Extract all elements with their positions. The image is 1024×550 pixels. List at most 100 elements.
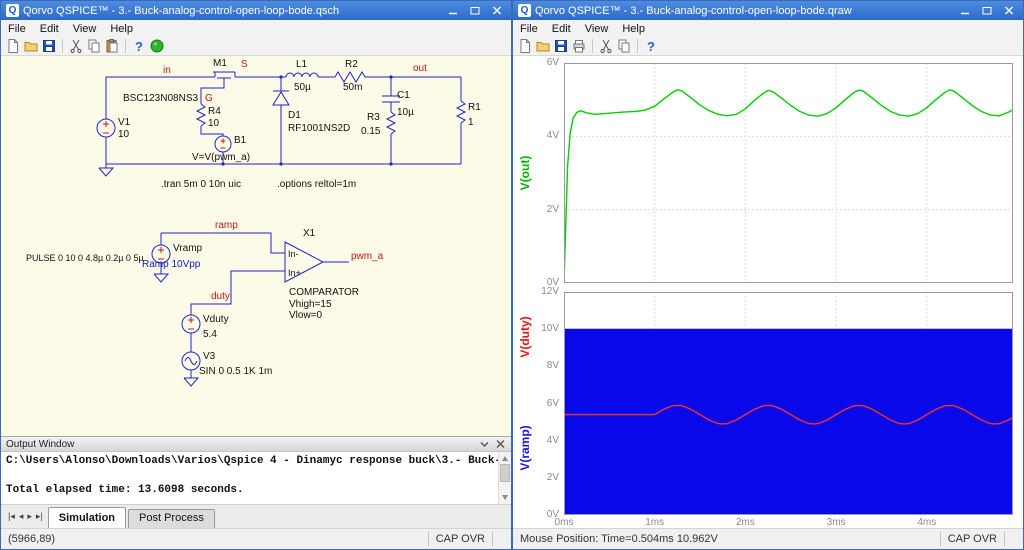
close-button[interactable]	[488, 4, 506, 18]
waveform-toolbar: ?	[513, 37, 1023, 56]
save-icon[interactable]	[41, 38, 57, 54]
source-v1[interactable]	[96, 118, 116, 138]
plot-area[interactable]: V(out) V(duty) V(ramp) 0V 2V 4V 6V 0V 2V 4V 6V 8…	[513, 56, 1023, 528]
menu-edit[interactable]: Edit	[33, 22, 66, 36]
source-b1[interactable]	[214, 135, 232, 153]
net-label-in[interactable]: in	[163, 65, 171, 76]
net-label-pwm-a[interactable]: pwm_a	[351, 251, 384, 262]
app-icon: Q	[518, 4, 531, 17]
tab-scroll-first-button[interactable]: |◂	[7, 511, 16, 522]
tab-scroll-prev-button[interactable]: ◂	[18, 511, 25, 522]
source-vduty[interactable]	[181, 314, 201, 334]
schematic-menubar: File Edit View Help	[1, 20, 511, 37]
desktop: Q Qorvo QSPICE™ - 3.- Buck-analog-contro…	[0, 0, 1024, 550]
schematic-titlebar[interactable]: Q Qorvo QSPICE™ - 3.- Buck-analog-contro…	[1, 1, 511, 20]
cursor-coordinates: (5966,89)	[8, 533, 56, 545]
menu-help[interactable]: Help	[615, 22, 652, 36]
net-label-ramp[interactable]: ramp	[215, 220, 238, 231]
maximize-button[interactable]	[978, 4, 996, 18]
minimize-button[interactable]	[956, 4, 974, 18]
net-label-s[interactable]: S	[241, 59, 248, 70]
new-file-icon[interactable]	[517, 38, 533, 54]
r4-name: R4	[208, 106, 221, 117]
x1-vhigh: Vhigh=15	[289, 299, 332, 310]
l1-name: L1	[296, 59, 308, 70]
scroll-up-icon[interactable]	[502, 456, 508, 461]
copy-icon[interactable]	[86, 38, 102, 54]
schematic-wires	[105, 76, 462, 378]
diode-d1[interactable]	[272, 90, 290, 106]
vout-plot-panel[interactable]	[564, 63, 1013, 283]
x1-type: COMPARATOR	[289, 287, 359, 298]
waveform-titlebar[interactable]: Q Qorvo QSPICE™ - 3.- Buck-analog-contro…	[513, 1, 1023, 20]
resistor-r3[interactable]	[385, 111, 397, 135]
vout-axis-label: V(out)	[518, 155, 532, 191]
d1-model: RF1001NS2D	[288, 123, 350, 134]
mosfet-m1[interactable]	[206, 71, 246, 79]
output-close-icon[interactable]	[495, 439, 506, 449]
scrollbar-thumb[interactable]	[500, 464, 510, 482]
output-window-header[interactable]: Output Window	[1, 436, 511, 452]
maximize-button[interactable]	[466, 4, 484, 18]
r4-value: 10	[208, 118, 220, 129]
open-file-icon[interactable]	[535, 38, 551, 54]
y-tick-label: 10V	[541, 323, 559, 335]
schematic-window-title: Qorvo QSPICE™ - 3.- Buck-analog-control-…	[23, 4, 340, 17]
vramp-desc: Ramp 10Vpp	[142, 259, 201, 270]
menu-edit[interactable]: Edit	[545, 22, 578, 36]
options-directive[interactable]: .options reltol=1m	[277, 179, 356, 190]
trace-V(ramp)	[564, 328, 1013, 515]
paste-icon[interactable]	[104, 38, 120, 54]
duty-ramp-plot-panel[interactable]	[564, 292, 1013, 515]
v3-name: V3	[203, 351, 216, 362]
source-v3[interactable]	[181, 351, 201, 371]
menu-view[interactable]: View	[66, 22, 104, 36]
menu-help[interactable]: Help	[103, 22, 140, 36]
resistor-r4[interactable]	[195, 103, 207, 127]
tab-scroll-last-button[interactable]: ▸|	[35, 511, 44, 522]
x1-in-plus: In+	[288, 268, 301, 278]
net-label-out[interactable]: out	[413, 63, 427, 74]
output-scrollbar[interactable]	[498, 452, 511, 504]
chevron-down-icon[interactable]	[479, 439, 490, 449]
y-tick-label: 6V	[546, 397, 559, 409]
menu-view[interactable]: View	[578, 22, 616, 36]
print-icon[interactable]	[571, 38, 587, 54]
tab-scroll-next-button[interactable]: ▸	[26, 511, 33, 522]
scroll-down-icon[interactable]	[502, 495, 508, 500]
schematic-toolbar: ?	[1, 37, 511, 56]
x1-in-minus: In-	[288, 249, 299, 259]
inductor-l1[interactable]	[285, 72, 319, 78]
resistor-r1[interactable]	[455, 100, 467, 124]
copy-icon[interactable]	[616, 38, 632, 54]
y-tick-label: 12V	[541, 286, 559, 297]
tran-directive[interactable]: .tran 5m 0 10n uic	[161, 179, 241, 190]
menu-file[interactable]: File	[513, 22, 545, 36]
new-file-icon[interactable]	[5, 38, 21, 54]
save-icon[interactable]	[553, 38, 569, 54]
cut-icon[interactable]	[68, 38, 84, 54]
r3-value: 0.15	[361, 126, 381, 137]
net-label-g[interactable]: G	[205, 93, 213, 104]
waveform-statusbar: Mouse Position: Time=0.504ms 10.962V CAP…	[513, 528, 1023, 549]
help-icon[interactable]: ?	[131, 38, 147, 54]
v3-value: SIN 0 0.5 1K 1m	[199, 366, 272, 377]
run-simulation-icon[interactable]	[149, 38, 165, 54]
help-icon[interactable]: ?	[643, 38, 659, 54]
close-button[interactable]	[1000, 4, 1018, 18]
caps-overwrite-indicator: CAP OVR	[947, 533, 997, 545]
resistor-r2[interactable]	[334, 71, 366, 83]
plot-border	[564, 63, 1013, 283]
tab-post-process[interactable]: Post Process	[128, 509, 215, 528]
schematic-canvas[interactable]: in M1 S BSC123N08NS3 G R4 10 B1 V=V(pwm_…	[1, 56, 511, 436]
menu-file[interactable]: File	[1, 22, 33, 36]
r1-name: R1	[468, 102, 481, 113]
cut-icon[interactable]	[598, 38, 614, 54]
minimize-button[interactable]	[444, 4, 462, 18]
output-window-title: Output Window	[6, 438, 75, 450]
net-label-duty[interactable]: duty	[211, 291, 230, 302]
output-log[interactable]: C:\Users\Alonso\Downloads\Varios\Qspice …	[1, 452, 511, 504]
schematic-statusbar: (5966,89) CAP OVR	[1, 528, 511, 549]
open-file-icon[interactable]	[23, 38, 39, 54]
tab-simulation[interactable]: Simulation	[47, 507, 127, 528]
